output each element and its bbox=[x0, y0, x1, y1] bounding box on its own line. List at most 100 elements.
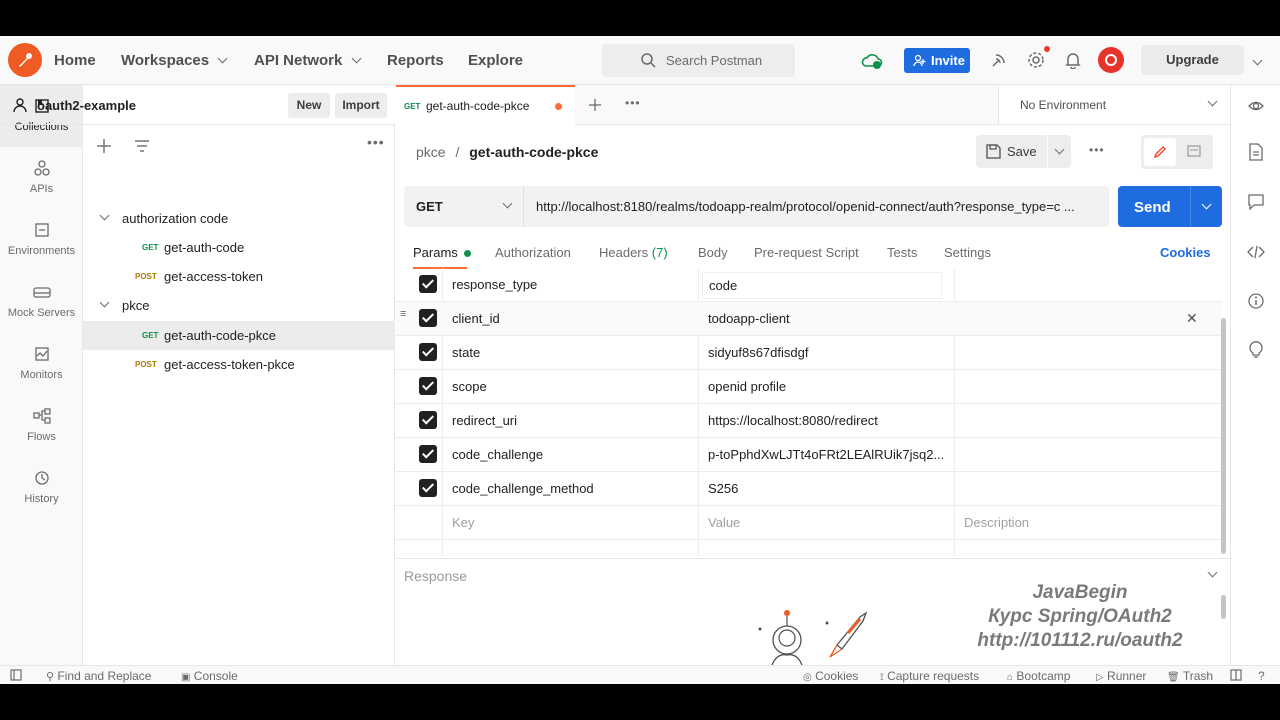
rail-item-flows[interactable]: Flows bbox=[0, 395, 83, 457]
cookies-link[interactable]: Cookies bbox=[1160, 245, 1211, 260]
method-selector[interactable]: GET bbox=[404, 186, 524, 227]
nav-api-network[interactable]: API Network bbox=[254, 52, 361, 69]
settings-gear-icon[interactable] bbox=[1025, 46, 1050, 71]
param-key[interactable]: redirect_uri bbox=[452, 413, 517, 428]
console-button[interactable]: ▣ Console bbox=[181, 669, 238, 683]
param-checkbox[interactable] bbox=[419, 377, 437, 395]
upgrade-button[interactable]: Upgrade bbox=[1141, 45, 1244, 75]
save-button[interactable]: Save bbox=[976, 135, 1047, 168]
postman-logo-icon[interactable] bbox=[8, 43, 42, 77]
rail-item-history[interactable]: History bbox=[0, 457, 83, 519]
request-get-access-token[interactable]: POST get-access-token bbox=[83, 262, 395, 291]
search-bar[interactable]: Search Postman bbox=[602, 44, 795, 77]
tab-pre-request-script[interactable]: Pre-request Script bbox=[754, 245, 859, 260]
new-button[interactable]: New bbox=[288, 93, 330, 118]
new-tab-plus-icon[interactable] bbox=[589, 99, 601, 111]
tab-authorization[interactable]: Authorization bbox=[495, 245, 571, 260]
param-checkbox[interactable] bbox=[419, 343, 437, 361]
filter-icon[interactable] bbox=[134, 139, 150, 153]
param-key[interactable]: state bbox=[452, 345, 480, 360]
tab-tests[interactable]: Tests bbox=[887, 245, 917, 260]
param-checkbox[interactable] bbox=[419, 411, 437, 429]
request-get-auth-code-pkce[interactable]: GET get-auth-code-pkce bbox=[83, 321, 395, 350]
code-icon[interactable] bbox=[1247, 245, 1265, 259]
tab-settings[interactable]: Settings bbox=[944, 245, 991, 260]
delete-row-icon[interactable]: ✕ bbox=[1186, 310, 1198, 327]
import-button[interactable]: Import bbox=[335, 93, 387, 118]
param-checkbox[interactable] bbox=[419, 445, 437, 463]
edit-mode-button[interactable] bbox=[1144, 138, 1176, 166]
comments-icon[interactable] bbox=[1248, 194, 1264, 210]
nav-reports[interactable]: Reports bbox=[387, 52, 444, 69]
rail-item-mock-servers[interactable]: Mock Servers bbox=[0, 271, 83, 333]
param-key[interactable]: client_id bbox=[452, 311, 500, 326]
upgrade-dropdown[interactable] bbox=[1250, 53, 1264, 67]
info-icon[interactable] bbox=[1248, 293, 1264, 309]
cookies-status-button[interactable]: ◎ Cookies bbox=[803, 669, 858, 683]
help-icon[interactable]: ? bbox=[1258, 669, 1265, 683]
params-scrollbar[interactable] bbox=[1221, 318, 1226, 554]
key-placeholder[interactable]: Key bbox=[452, 515, 474, 530]
drag-handle-icon[interactable]: ≡ bbox=[400, 309, 412, 320]
bootcamp-button[interactable]: ⌂ Bootcamp bbox=[1007, 669, 1070, 683]
eye-icon[interactable] bbox=[1248, 98, 1264, 114]
bell-icon[interactable] bbox=[1062, 49, 1084, 71]
param-value-input[interactable]: code bbox=[702, 272, 942, 299]
nav-workspaces[interactable]: Workspaces bbox=[121, 52, 228, 69]
view-mode-button[interactable] bbox=[1178, 138, 1210, 166]
documentation-icon[interactable] bbox=[1249, 143, 1263, 161]
send-dropdown[interactable] bbox=[1190, 186, 1222, 227]
breadcrumb-collection[interactable]: pkce bbox=[416, 144, 446, 160]
param-value[interactable]: openid profile bbox=[708, 379, 948, 394]
rail-item-environments[interactable]: Environments bbox=[0, 209, 83, 271]
param-key[interactable]: scope bbox=[452, 379, 487, 394]
param-checkbox[interactable] bbox=[419, 275, 437, 293]
lightbulb-icon[interactable] bbox=[1248, 341, 1264, 359]
tab-params[interactable]: Params bbox=[413, 245, 472, 260]
description-placeholder[interactable]: Description bbox=[964, 515, 1029, 530]
capture-requests-button[interactable]: ⟟ Capture requests bbox=[880, 669, 979, 683]
request-more-icon[interactable]: ••• bbox=[1089, 143, 1105, 157]
layout-icon[interactable] bbox=[1230, 669, 1242, 681]
param-value[interactable]: p-toPphdXwLJTt4oFRt2LEAlRUik7jsq2... bbox=[708, 447, 948, 462]
more-options-icon[interactable]: ••• bbox=[367, 134, 385, 150]
request-get-access-token-pkce[interactable]: POST get-access-token-pkce bbox=[83, 350, 395, 379]
param-value[interactable]: https://localhost:8080/redirect bbox=[708, 413, 948, 428]
param-key[interactable]: code_challenge bbox=[452, 447, 543, 462]
send-button[interactable]: Send bbox=[1134, 199, 1171, 216]
nav-home[interactable]: Home bbox=[54, 52, 96, 69]
nav-explore[interactable]: Explore bbox=[468, 52, 523, 69]
rail-item-apis[interactable]: APIs bbox=[0, 147, 83, 209]
workspace-name[interactable]: oauth2-example bbox=[37, 98, 136, 113]
request-get-auth-code[interactable]: GET get-auth-code bbox=[83, 233, 395, 262]
chevron-down-icon[interactable] bbox=[1207, 567, 1218, 578]
folder-pkce[interactable]: pkce bbox=[83, 291, 395, 320]
tab-get-auth-code-pkce[interactable]: GET get-auth-code-pkce bbox=[396, 85, 575, 125]
url-input[interactable]: http://localhost:8180/realms/todoapp-rea… bbox=[536, 199, 1101, 214]
param-key[interactable]: code_challenge_method bbox=[452, 481, 594, 496]
tab-headers[interactable]: Headers (7) bbox=[599, 245, 668, 260]
folder-authorization-code[interactable]: authorization code bbox=[83, 204, 395, 233]
plus-icon[interactable] bbox=[97, 139, 111, 153]
rail-item-monitors[interactable]: Monitors bbox=[0, 333, 83, 395]
breadcrumb-request[interactable]: get-auth-code-pkce bbox=[469, 144, 598, 160]
invite-button[interactable]: Invite bbox=[904, 48, 970, 73]
param-checkbox[interactable] bbox=[419, 309, 437, 327]
response-scrollbar[interactable] bbox=[1221, 595, 1226, 619]
sync-status-icon[interactable] bbox=[859, 48, 885, 74]
toggle-sidebar-icon[interactable] bbox=[10, 669, 22, 681]
value-placeholder[interactable]: Value bbox=[708, 515, 948, 530]
tab-body[interactable]: Body bbox=[698, 245, 728, 260]
trash-button[interactable]: 🗑 Trash bbox=[1167, 669, 1213, 683]
param-value[interactable]: sidyuf8s67dfisdgf bbox=[708, 345, 948, 360]
param-value[interactable]: todoapp-client bbox=[708, 311, 948, 326]
find-replace-button[interactable]: ⚲ Find and Replace bbox=[46, 669, 151, 683]
param-value[interactable]: S256 bbox=[708, 481, 948, 496]
tabs-more-icon[interactable]: ••• bbox=[625, 96, 641, 110]
runner-button[interactable]: ▷ Runner bbox=[1096, 669, 1146, 683]
param-key[interactable]: response_type bbox=[452, 277, 537, 292]
avatar[interactable] bbox=[1098, 47, 1124, 73]
environment-selector[interactable]: No Environment bbox=[998, 85, 1230, 125]
satellite-icon[interactable] bbox=[988, 49, 1010, 71]
param-checkbox[interactable] bbox=[419, 479, 437, 497]
